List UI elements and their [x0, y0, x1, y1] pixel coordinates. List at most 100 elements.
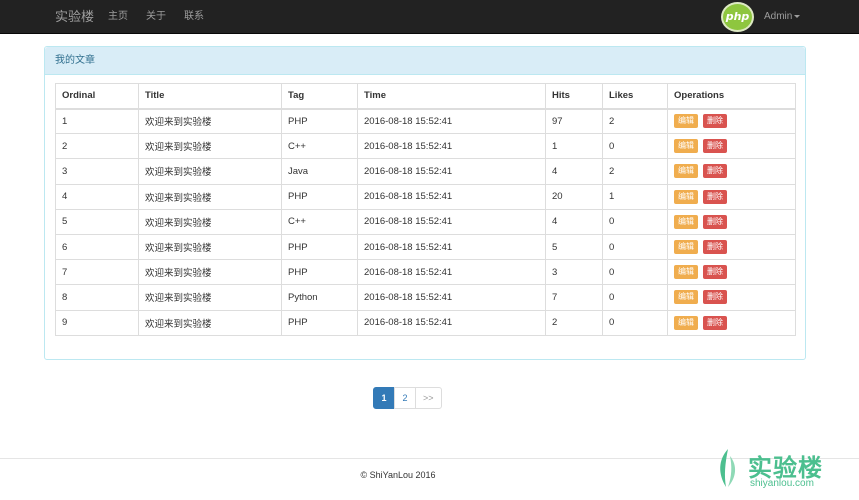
cell-tag: Java — [281, 158, 358, 185]
cell-hits: 4 — [545, 158, 603, 185]
table-row: 4 欢迎来到实验楼 PHP 2016-08-18 15:52:41 20 1 编辑 删除 — [55, 183, 796, 210]
cell-likes: 0 — [602, 233, 668, 261]
table-row: 5 欢迎来到实验楼 C++ 2016-08-18 15:52:41 4 0 编辑 删除 — [55, 208, 796, 235]
table-row: 9 欢迎来到实验楼 PHP 2016-08-18 15:52:41 2 0 编辑 删除 — [55, 309, 796, 336]
cell-tag: PHP — [281, 183, 358, 210]
cell-hits: 5 — [545, 233, 603, 261]
cell-title: 欢迎来到实验楼 — [138, 233, 282, 261]
page-1-button[interactable]: 1 — [373, 387, 395, 409]
cell-operations: 编辑 删除 — [667, 133, 796, 160]
leaf-logo-icon — [720, 449, 736, 487]
column-header-operations: Operations — [667, 83, 796, 110]
cell-operations: 编辑 删除 — [667, 158, 796, 185]
cell-ordinal: 2 — [55, 133, 139, 160]
caret-down-icon — [794, 14, 801, 18]
nav-link-about[interactable]: 关于 — [146, 0, 166, 34]
edit-button[interactable]: 编辑 — [674, 265, 698, 280]
cell-title: 欢迎来到实验楼 — [138, 309, 282, 336]
cell-time: 2016-08-18 15:52:41 — [357, 133, 546, 160]
edit-button[interactable]: 编辑 — [674, 139, 698, 154]
cell-operations: 编辑 删除 — [667, 107, 796, 135]
column-header-likes: Likes — [602, 83, 668, 110]
shiyanlou-watermark: 实验楼 shiyanlou.com — [712, 446, 852, 492]
cell-operations: 编辑 删除 — [667, 284, 796, 311]
cell-tag: C++ — [281, 208, 358, 235]
cell-time: 2016-08-18 15:52:41 — [357, 208, 546, 235]
next-page-button[interactable]: >> — [415, 387, 442, 409]
column-header-time: Time — [357, 83, 546, 110]
cell-title: 欢迎来到实验楼 — [138, 158, 282, 185]
cell-hits: 1 — [545, 133, 603, 160]
edit-button[interactable]: 编辑 — [674, 214, 698, 229]
table-body: 1 欢迎来到实验楼 PHP 2016-08-18 15:52:41 97 2 编辑 删除 2 欢迎… — [55, 107, 796, 336]
cell-time: 2016-08-18 15:52:41 — [357, 309, 546, 336]
edit-button[interactable]: 编辑 — [674, 290, 698, 305]
delete-button[interactable]: 删除 — [703, 214, 727, 229]
cell-ordinal: 6 — [55, 233, 139, 261]
cell-operations: 编辑 删除 — [667, 309, 796, 336]
edit-button[interactable]: 编辑 — [674, 114, 698, 129]
delete-button[interactable]: 删除 — [703, 315, 727, 330]
cell-tag: PHP — [281, 107, 358, 135]
column-header-tag: Tag — [281, 83, 358, 110]
cell-likes: 0 — [602, 259, 668, 286]
delete-button[interactable]: 删除 — [703, 164, 727, 179]
table-row: 8 欢迎来到实验楼 Python 2016-08-18 15:52:41 7 0 编辑 删除 — [55, 284, 796, 311]
cell-operations: 编辑 删除 — [667, 183, 796, 210]
page-2-button[interactable]: 2 — [394, 387, 416, 409]
cell-hits: 97 — [545, 107, 603, 135]
cell-likes: 0 — [602, 208, 668, 235]
cell-ordinal: 1 — [55, 107, 139, 135]
table-row: 3 欢迎来到实验楼 Java 2016-08-18 15:52:41 4 2 编辑 删除 — [55, 158, 796, 185]
cell-title: 欢迎来到实验楼 — [138, 284, 282, 311]
cell-operations: 编辑 删除 — [667, 259, 796, 286]
cell-ordinal: 9 — [55, 309, 139, 336]
cell-tag: PHP — [281, 259, 358, 286]
pagination: 1 2 >> — [373, 387, 442, 409]
admin-dropdown[interactable]: Admin — [764, 0, 801, 34]
table-header-row: Ordinal Title Tag Time Hits Likes Operat… — [55, 83, 796, 110]
cell-ordinal: 3 — [55, 158, 139, 185]
cell-time: 2016-08-18 15:52:41 — [357, 284, 546, 311]
delete-button[interactable]: 删除 — [703, 139, 727, 154]
cell-title: 欢迎来到实验楼 — [138, 183, 282, 210]
edit-button[interactable]: 编辑 — [674, 189, 698, 204]
cell-likes: 2 — [602, 107, 668, 135]
cell-ordinal: 7 — [55, 259, 139, 286]
cell-tag: PHP — [281, 309, 358, 336]
top-navbar: 实验楼 主页 关于 联系 php Admin — [0, 0, 859, 34]
cell-likes: 2 — [602, 158, 668, 185]
cell-ordinal: 5 — [55, 208, 139, 235]
table-row: 2 欢迎来到实验楼 C++ 2016-08-18 15:52:41 1 0 编辑 删除 — [55, 133, 796, 160]
delete-button[interactable]: 删除 — [703, 240, 727, 255]
edit-button[interactable]: 编辑 — [674, 315, 698, 330]
edit-button[interactable]: 编辑 — [674, 164, 698, 179]
column-header-title: Title — [138, 83, 282, 110]
cell-time: 2016-08-18 15:52:41 — [357, 259, 546, 286]
nav-link-contact[interactable]: 联系 — [184, 0, 204, 34]
cell-likes: 1 — [602, 183, 668, 210]
table-row: 6 欢迎来到实验楼 PHP 2016-08-18 15:52:41 5 0 编辑 删除 — [55, 233, 796, 261]
table-row: 1 欢迎来到实验楼 PHP 2016-08-18 15:52:41 97 2 编辑 删除 — [55, 107, 796, 135]
delete-button[interactable]: 删除 — [703, 114, 727, 129]
edit-button[interactable]: 编辑 — [674, 240, 698, 255]
articles-panel: 我的文章 Ordinal Title Tag Time Hits Likes O… — [44, 46, 806, 360]
delete-button[interactable]: 删除 — [703, 189, 727, 204]
cell-ordinal: 4 — [55, 183, 139, 210]
admin-label: Admin — [764, 11, 793, 22]
cell-tag: C++ — [281, 133, 358, 160]
cell-hits: 4 — [545, 208, 603, 235]
footer-copyright: © ShiYanLou 2016 — [360, 470, 436, 480]
delete-button[interactable]: 删除 — [703, 265, 727, 280]
cell-likes: 0 — [602, 284, 668, 311]
articles-table: Ordinal Title Tag Time Hits Likes Operat… — [55, 83, 796, 336]
table-row: 7 欢迎来到实验楼 PHP 2016-08-18 15:52:41 3 0 编辑 删除 — [55, 259, 796, 286]
brand-link[interactable]: 实验楼 — [55, 0, 94, 34]
column-header-hits: Hits — [545, 83, 603, 110]
delete-button[interactable]: 删除 — [703, 290, 727, 305]
cell-time: 2016-08-18 15:52:41 — [357, 158, 546, 185]
cell-title: 欢迎来到实验楼 — [138, 259, 282, 286]
nav-link-home[interactable]: 主页 — [108, 0, 128, 34]
cell-tag: PHP — [281, 233, 358, 261]
cell-time: 2016-08-18 15:52:41 — [357, 183, 546, 210]
